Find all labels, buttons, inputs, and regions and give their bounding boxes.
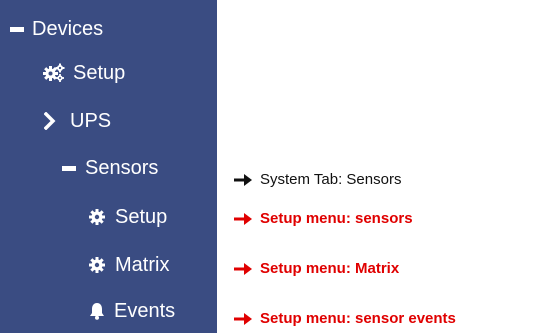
sidebar-item-label: Setup (73, 62, 126, 84)
page-root: Devices Setup UPS Sensors Setup Matrix E… (0, 0, 534, 333)
sidebar-item-sensors-setup[interactable]: Setup (89, 205, 167, 229)
annotation-setup-sensors: Setup menu: sensors (234, 210, 413, 227)
sidebar-item-label: Matrix (115, 254, 170, 276)
bell-icon (89, 302, 105, 320)
gear-icon (89, 209, 105, 225)
annotation-system-tab: System Tab: Sensors (234, 171, 401, 188)
annotation-text: Setup menu: Matrix (260, 260, 400, 277)
sidebar-item-matrix[interactable]: Matrix (89, 253, 169, 277)
sidebar-item-events[interactable]: Events (89, 299, 175, 323)
sidebar-item-label: Setup (115, 206, 168, 228)
sidebar-nav: Devices Setup UPS Sensors Setup Matrix E… (0, 0, 217, 333)
sidebar-item-label: UPS (70, 110, 112, 132)
gear-icon (89, 257, 105, 273)
sidebar-item-ups[interactable]: UPS (44, 109, 111, 133)
annotation-text: Setup menu: sensors (260, 210, 413, 227)
sidebar-item-sensors[interactable]: Sensors (62, 156, 158, 180)
annotation-setup-sensor-events: Setup menu: sensor events (234, 310, 456, 327)
sidebar-item-label: Sensors (85, 157, 159, 179)
arrow-right-icon (234, 312, 252, 325)
arrow-right-icon (234, 212, 252, 225)
sidebar-item-devices-setup[interactable]: Setup (43, 61, 125, 85)
chevron-right-icon (44, 112, 56, 130)
minus-icon (10, 26, 24, 32)
gears-icon (43, 63, 65, 83)
annotation-setup-matrix: Setup menu: Matrix (234, 260, 399, 277)
sidebar-item-label: Events (114, 300, 176, 322)
minus-icon (62, 165, 76, 171)
sidebar-item-label: Devices (32, 18, 104, 40)
arrow-right-icon (234, 173, 252, 186)
annotations: System Tab: Sensors Setup menu: sensors … (234, 0, 534, 333)
sidebar-item-devices[interactable]: Devices (10, 17, 103, 41)
annotation-text: Setup menu: sensor events (260, 310, 456, 327)
arrow-right-icon (234, 262, 252, 275)
annotation-text: System Tab: Sensors (260, 171, 402, 188)
